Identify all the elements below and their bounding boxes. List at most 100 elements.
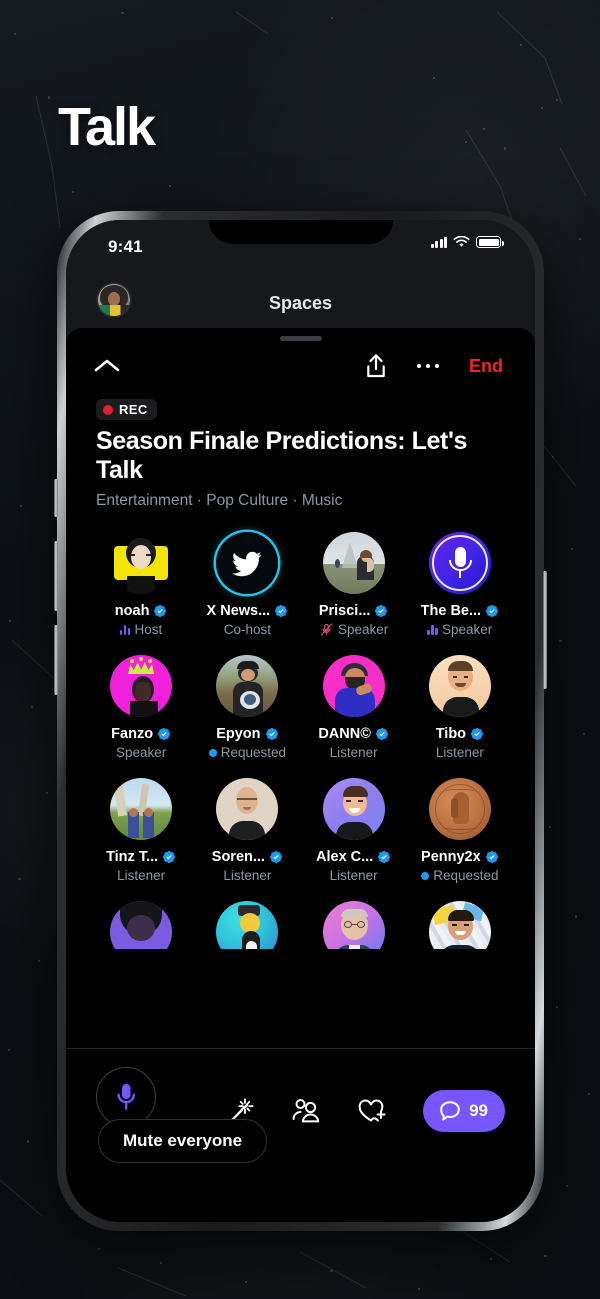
participant-role-row: Listener (223, 868, 271, 883)
status-badge: REC (96, 399, 157, 420)
list-item[interactable] (407, 901, 513, 949)
participant-role: Co-host (223, 622, 272, 637)
participant-name: Tibo (435, 726, 467, 742)
participant-role: Speaker (337, 622, 389, 637)
power-button[interactable] (543, 571, 547, 689)
avatar[interactable] (428, 901, 491, 949)
list-item[interactable] (301, 901, 407, 949)
participant-name-row: The Be... (421, 603, 499, 619)
request-dot-icon (208, 748, 217, 757)
avatar[interactable] (428, 532, 491, 594)
volume-up-button[interactable] (54, 541, 58, 611)
twitter-bird-icon (232, 551, 262, 577)
list-item[interactable]: The Be... Speaker (407, 532, 513, 637)
room-tags: Entertainment · Pop Culture · Music (96, 492, 343, 509)
list-item[interactable]: Alex C... Listener (301, 778, 407, 883)
verified-badge-icon (269, 851, 282, 863)
app-navbar: Spaces (66, 278, 535, 328)
verified-badge-icon (163, 851, 176, 863)
participant-role-row: Speaker (427, 622, 492, 637)
participant-grid-partial-row (66, 901, 535, 949)
room-title: Season Finale Predictions: Let's Talk (96, 427, 468, 484)
participant-role-row: Requested (421, 868, 499, 883)
verified-badge-icon (471, 728, 484, 740)
avatar[interactable] (322, 778, 385, 840)
app-screen: 9:41 Spaces End REC Season Finale Predic… (66, 220, 535, 1222)
microphone-icon (117, 1084, 135, 1110)
request-dot-icon (421, 871, 430, 880)
avatar[interactable] (428, 655, 491, 717)
participant-name-row: noah (115, 603, 168, 619)
audio-bars-icon (427, 624, 438, 635)
avatar[interactable] (322, 901, 385, 949)
list-item[interactable]: noah Host (88, 532, 194, 637)
list-item[interactable] (88, 901, 194, 949)
avatar[interactable] (322, 532, 385, 594)
end-button[interactable]: End (469, 356, 503, 377)
silent-switch[interactable] (54, 479, 58, 517)
list-item[interactable] (194, 901, 300, 949)
participant-name: Alex C... (316, 849, 374, 865)
list-item[interactable]: Prisci... Speaker (301, 532, 407, 637)
phone-screen-bezel: 9:41 Spaces End REC Season Finale Predic… (66, 220, 535, 1222)
status-indicators (430, 236, 504, 248)
participant-role: Listener (435, 745, 484, 760)
avatar[interactable] (110, 532, 173, 594)
verified-badge-icon (485, 851, 498, 863)
chat-button[interactable]: 99 (423, 1089, 505, 1132)
participant-role-row: Host (119, 622, 163, 637)
list-item[interactable]: Soren... Listener (194, 778, 300, 883)
participant-role-row: Speaker (116, 745, 166, 760)
avatar[interactable] (110, 655, 173, 717)
avatar[interactable] (110, 901, 173, 949)
avatar[interactable] (216, 655, 279, 717)
heart-plus-icon[interactable] (357, 1098, 387, 1124)
mic-toggle-button[interactable] (96, 1067, 156, 1127)
people-icon[interactable] (291, 1098, 321, 1124)
participant-name-row: Tibo (436, 726, 484, 742)
participant-name-row: DANN© (318, 726, 389, 742)
verified-badge-icon (486, 605, 499, 617)
participant-name: DANN© (318, 726, 371, 742)
more-horizontal-icon[interactable] (416, 363, 439, 369)
participant-role: Requested (433, 868, 499, 883)
participant-role: Host (134, 622, 163, 637)
list-item[interactable]: X News... Co-host (194, 532, 300, 637)
participant-name: Epyon (216, 726, 261, 742)
avatar[interactable] (216, 532, 279, 594)
participant-name: Penny2x (421, 849, 481, 865)
participant-role-row: Requested (208, 745, 286, 760)
list-item[interactable]: Epyon Requested (194, 655, 300, 760)
participant-name: noah (114, 603, 150, 619)
list-item[interactable]: Fanzo Speaker (88, 655, 194, 760)
participant-name: Soren... (211, 849, 265, 865)
chevron-up-icon[interactable] (94, 358, 120, 374)
participant-role: Listener (117, 868, 166, 883)
avatar[interactable] (110, 778, 173, 840)
list-item[interactable]: Tinz T... Listener (88, 778, 194, 883)
volume-down-button[interactable] (54, 625, 58, 695)
participant-role-row: Listener (436, 745, 484, 760)
list-item[interactable]: Penny2x Requested (407, 778, 513, 883)
participant-role-row: Listener (117, 868, 165, 883)
verified-badge-icon (375, 605, 388, 617)
participant-role: Listener (329, 745, 378, 760)
chat-unread-count: 99 (469, 1100, 488, 1120)
list-item[interactable]: DANN© Listener (301, 655, 407, 760)
mute-everyone-tooltip[interactable]: Mute everyone (99, 1120, 267, 1162)
user-avatar[interactable] (98, 284, 130, 316)
list-item[interactable]: Tibo Listener (407, 655, 513, 760)
participant-name-row: Alex C... (316, 849, 391, 865)
avatar[interactable] (428, 778, 491, 840)
avatar[interactable] (216, 901, 279, 949)
avatar[interactable] (322, 655, 385, 717)
avatar[interactable] (216, 778, 279, 840)
verified-badge-icon (378, 851, 391, 863)
participant-name: X News... (206, 603, 271, 619)
verified-badge-icon (275, 605, 288, 617)
participant-name: The Be... (420, 603, 482, 619)
share-up-icon[interactable] (365, 353, 387, 379)
participant-role-row: Listener (330, 868, 378, 883)
participant-name-row: Penny2x (421, 849, 499, 865)
participant-grid: noah Host X News... Co-host Prisci... Sp… (66, 532, 535, 883)
